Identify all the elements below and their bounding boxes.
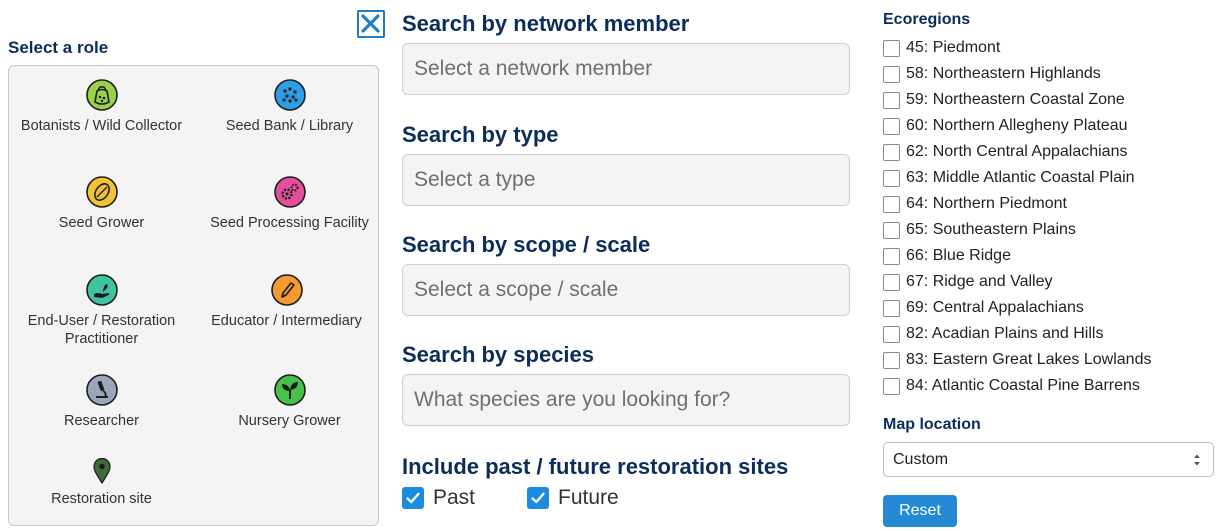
ecoregion-checkbox[interactable]: 65: Southeastern Plains [883,219,1076,241]
seed-bag-icon [85,79,118,111]
ecoregion-checkbox[interactable]: 83: Eastern Great Lakes Lowlands [883,349,1151,371]
future-sites-checkbox[interactable]: Future [527,486,619,510]
select-arrows-icon [1193,453,1201,467]
seed-bank-icon [273,79,306,111]
pencil-icon [270,274,303,306]
hand-sprout-icon [85,274,118,306]
role-label: Seed Grower [58,215,145,231]
ecoregion-label: 45: Piedmont [906,39,1001,56]
ecoregion-label: 58: Northeastern Highlands [906,65,1101,82]
role-label: Researcher [64,413,139,429]
ecoregion-label: 69: Central Appalachians [906,299,1084,316]
ecoregion-label: 62: North Central Appalachians [906,143,1128,160]
close-icon [361,14,380,33]
ecoregion-label: 63: Middle Atlantic Coastal Plain [906,169,1135,186]
checkbox-checked-icon [527,487,549,509]
ecoregion-label: 59: Northeastern Coastal Zone [906,91,1125,108]
checkbox-unchecked-icon [883,195,900,213]
ecoregion-checkbox[interactable]: 67: Ridge and Valley [883,271,1052,293]
role-label: End-User / Restoration Practitioner [27,313,176,347]
role-seed-grower[interactable]: Seed Grower [14,176,189,232]
role-seed-bank-library[interactable]: Seed Bank / Library [202,79,377,135]
map-location-select[interactable]: Custom [883,442,1214,477]
gears-icon [273,176,306,208]
checkbox-unchecked-icon [883,273,900,291]
checkbox-unchecked-icon [883,143,900,161]
role-restoration-site[interactable]: Restoration site [14,458,189,508]
role-label: Botanists / Wild Collector [20,118,183,134]
role-nursery-grower[interactable]: Nursery Grower [202,374,377,430]
role-educator-intermediary[interactable]: Educator / Intermediary [194,274,379,330]
microscope-icon [85,374,118,406]
seed-icon [85,176,118,208]
checkbox-unchecked-icon [883,247,900,265]
ecoregion-checkbox[interactable]: 84: Atlantic Coastal Pine Barrens [883,375,1140,397]
checkbox-unchecked-icon [883,65,900,83]
role-label: Nursery Grower [238,413,341,429]
search-species-title: Search by species [402,342,595,367]
species-search-input[interactable] [402,374,850,426]
scope-scale-select[interactable] [402,264,850,316]
ecoregion-checkbox[interactable]: 60: Northern Allegheny Plateau [883,115,1127,137]
role-panel: Botanists / Wild Collector Seed Bank / L… [8,65,379,526]
ecoregion-label: 84: Atlantic Coastal Pine Barrens [906,377,1140,394]
search-scope-title: Search by scope / scale [402,232,651,257]
ecoregion-label: 64: Northern Piedmont [906,195,1067,212]
checkbox-unchecked-icon [883,351,900,369]
map-location-title: Map location [883,416,981,433]
ecoregion-label: 65: Southeastern Plains [906,221,1076,238]
role-botanists-wild-collector[interactable]: Botanists / Wild Collector [14,79,189,135]
checkbox-unchecked-icon [883,39,900,57]
ecoregion-label: 67: Ridge and Valley [906,273,1053,290]
map-location-value: Custom [893,451,949,468]
ecoregion-checkbox[interactable]: 66: Blue Ridge [883,245,1011,267]
role-end-user-restoration-practitioner[interactable]: End-User / Restoration Practitioner [9,274,194,348]
ecoregion-checkbox[interactable]: 82: Acadian Plains and Hills [883,323,1103,345]
role-panel-title: Select a role [8,38,109,57]
role-researcher[interactable]: Researcher [14,374,189,430]
checkbox-unchecked-icon [883,325,900,343]
type-select[interactable] [402,154,850,206]
checkbox-unchecked-icon [883,91,900,109]
role-label: Restoration site [51,491,152,507]
ecoregion-checkbox[interactable]: 59: Northeastern Coastal Zone [883,89,1125,111]
checkbox-unchecked-icon [883,377,900,395]
seedling-icon [273,374,306,406]
checkbox-unchecked-icon [883,299,900,317]
role-seed-processing-facility[interactable]: Seed Processing Facility [202,176,377,232]
ecoregion-label: 60: Northern Allegheny Plateau [906,117,1128,134]
role-label: Seed Processing Facility [210,215,369,231]
map-pin-icon [92,458,111,484]
checkbox-checked-icon [402,487,424,509]
ecoregions-title: Ecoregions [883,11,971,28]
restoration-sites-title: Include past / future restoration sites [402,454,789,479]
future-label: Future [558,486,619,509]
ecoregion-checkbox[interactable]: 64: Northern Piedmont [883,193,1067,215]
past-sites-checkbox[interactable]: Past [402,486,475,510]
network-member-select[interactable] [402,43,850,95]
search-member-title: Search by network member [402,11,690,36]
checkbox-unchecked-icon [883,221,900,239]
ecoregion-checkbox[interactable]: 69: Central Appalachians [883,297,1084,319]
ecoregion-checkbox[interactable]: 63: Middle Atlantic Coastal Plain [883,167,1135,189]
role-label: Educator / Intermediary [211,313,362,329]
ecoregion-label: 82: Acadian Plains and Hills [906,325,1104,342]
checkbox-unchecked-icon [883,117,900,135]
reset-button[interactable]: Reset [883,495,957,527]
role-label: Seed Bank / Library [225,118,354,134]
ecoregion-checkbox[interactable]: 58: Northeastern Highlands [883,63,1101,85]
search-type-title: Search by type [402,122,559,147]
ecoregion-label: 83: Eastern Great Lakes Lowlands [906,351,1152,368]
ecoregion-checkbox[interactable]: 62: North Central Appalachians [883,141,1127,163]
ecoregion-label: 66: Blue Ridge [906,247,1011,264]
close-filters-button[interactable] [357,10,385,38]
checkbox-unchecked-icon [883,169,900,187]
ecoregion-checkbox[interactable]: 45: Piedmont [883,37,1000,59]
past-label: Past [433,486,476,509]
